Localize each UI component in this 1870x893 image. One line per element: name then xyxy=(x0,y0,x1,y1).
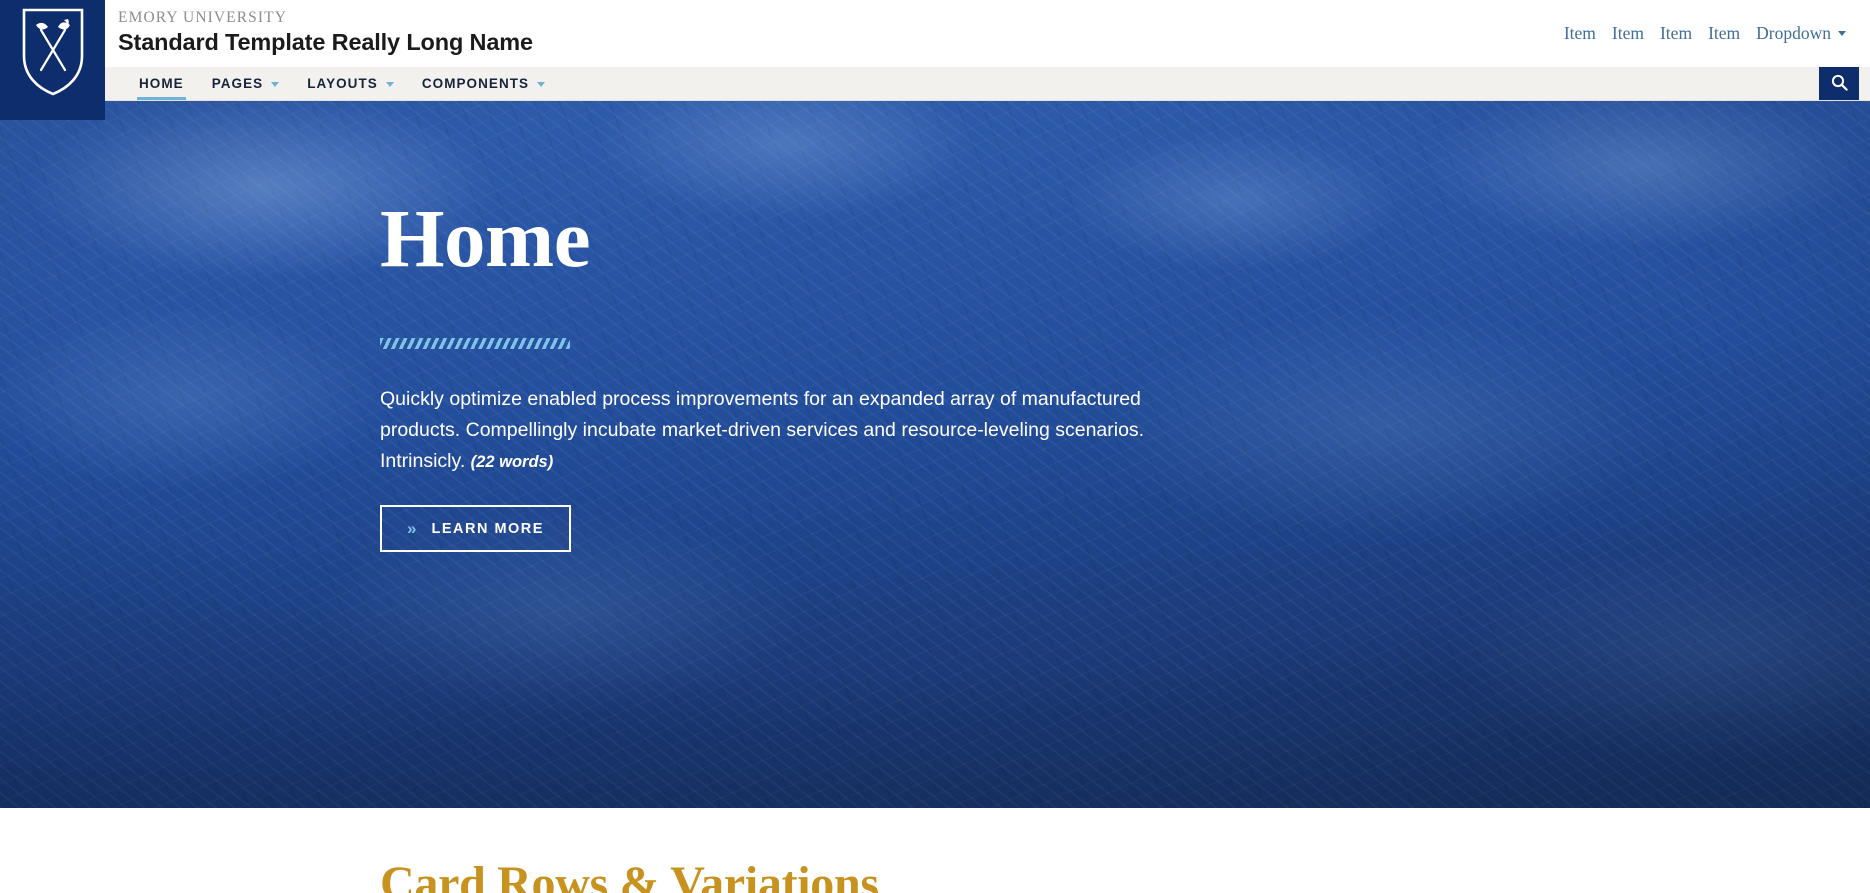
card-rows-section: Card Rows & Variations xyxy=(0,808,1870,893)
utility-nav-item-2[interactable]: Item xyxy=(1612,23,1644,44)
search-icon xyxy=(1831,74,1848,94)
site-header: EMORY UNIVERSITY Standard Template Reall… xyxy=(0,0,1870,120)
nav-item-layouts[interactable]: LAYOUTS xyxy=(293,67,408,100)
chevron-down-icon xyxy=(1838,31,1846,36)
chevron-down-icon xyxy=(385,82,394,87)
hero-body-text: Quickly optimize enabled process improve… xyxy=(380,384,1220,476)
emory-shield-torch-icon xyxy=(20,6,86,98)
card-rows-heading: Card Rows & Variations xyxy=(380,857,879,893)
utility-nav-dropdown-label: Dropdown xyxy=(1756,23,1831,43)
identity-row: EMORY UNIVERSITY Standard Template Reall… xyxy=(105,0,1870,67)
nav-item-home-label: HOME xyxy=(139,76,184,91)
utility-nav-dropdown[interactable]: Dropdown xyxy=(1756,23,1846,44)
hero-word-count: (22 words) xyxy=(470,452,554,471)
hatched-divider xyxy=(380,338,570,349)
university-eyebrow: EMORY UNIVERSITY xyxy=(118,9,288,26)
hero-title: Home xyxy=(380,192,591,284)
learn-more-button[interactable]: » LEARN MORE xyxy=(380,505,571,553)
brand-text: EMORY UNIVERSITY Standard Template Reall… xyxy=(118,8,533,59)
utility-nav: Item Item Item Item Dropdown xyxy=(1564,8,1846,44)
emory-logo-block[interactable] xyxy=(0,0,105,120)
chevron-down-icon xyxy=(271,82,280,87)
nav-item-layouts-label: LAYOUTS xyxy=(307,76,378,91)
utility-nav-item-4[interactable]: Item xyxy=(1708,23,1740,44)
header-main: EMORY UNIVERSITY Standard Template Reall… xyxy=(105,0,1870,100)
search-button[interactable] xyxy=(1819,67,1859,100)
chevron-down-icon xyxy=(537,82,546,87)
primary-nav: HOME PAGES LAYOUTS COMPONENTS xyxy=(105,67,1870,100)
utility-nav-item-1[interactable]: Item xyxy=(1564,23,1596,44)
nav-item-components[interactable]: COMPONENTS xyxy=(408,67,559,100)
learn-more-button-label: LEARN MORE xyxy=(431,520,544,537)
primary-nav-list: HOME PAGES LAYOUTS COMPONENTS xyxy=(125,67,559,100)
hero-banner: Home Quickly optimize enabled process im… xyxy=(0,101,1870,808)
nav-item-components-label: COMPONENTS xyxy=(421,76,530,91)
nav-item-home[interactable]: HOME xyxy=(125,67,198,100)
double-chevron-right-icon: » xyxy=(407,519,417,539)
nav-item-pages[interactable]: PAGES xyxy=(198,67,294,100)
page-title: Standard Template Really Long Name xyxy=(118,29,533,56)
hero-content: Home Quickly optimize enabled process im… xyxy=(380,192,1260,553)
utility-nav-item-3[interactable]: Item xyxy=(1660,23,1692,44)
nav-item-pages-label: PAGES xyxy=(211,76,264,91)
